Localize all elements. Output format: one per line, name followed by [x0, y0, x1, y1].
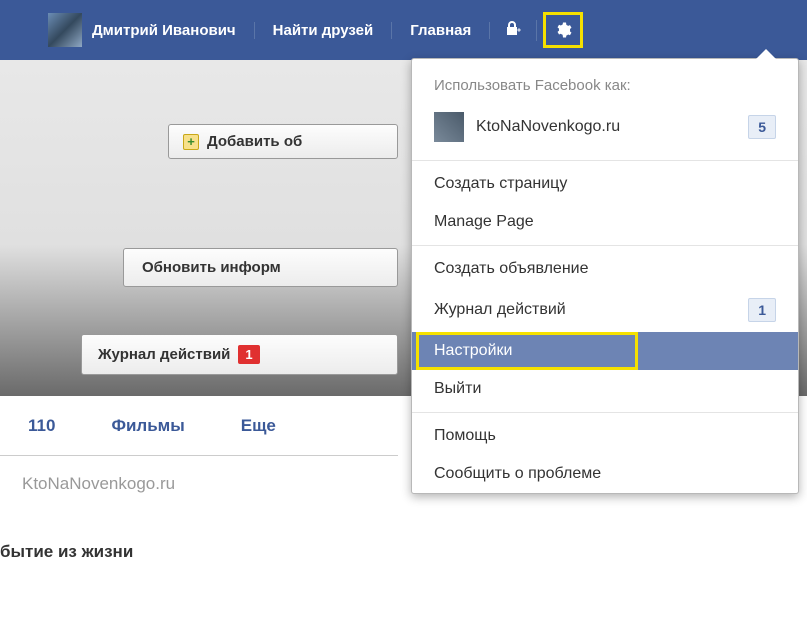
menu-manage-page[interactable]: Manage Page: [412, 203, 798, 241]
menu-settings-label: Настройки: [434, 342, 512, 360]
add-cover-label: Добавить об: [207, 133, 302, 150]
menu-activity-log-badge: 1: [748, 298, 776, 322]
menu-divider: [412, 412, 798, 413]
activity-log-button[interactable]: Журнал действий 1: [81, 334, 398, 375]
menu-logout-label: Выйти: [434, 380, 481, 398]
use-as-label: Использовать Facebook как:: [412, 59, 798, 106]
find-friends-link[interactable]: Найти друзей: [255, 22, 393, 39]
profile-tabs: 110 Фильмы Еще: [0, 396, 398, 456]
menu-logout[interactable]: Выйти: [412, 370, 798, 408]
user-avatar[interactable]: [48, 13, 82, 47]
username-link[interactable]: Дмитрий Иванович: [92, 22, 255, 39]
menu-create-ad-label: Создать объявление: [434, 260, 588, 278]
tab-count[interactable]: 110: [0, 416, 83, 436]
page-switch-item[interactable]: KtoNaNovenkogo.ru 5: [412, 106, 798, 156]
menu-create-page-label: Создать страницу: [434, 175, 567, 193]
update-info-button[interactable]: Обновить информ: [123, 248, 398, 287]
menu-activity-log-label: Журнал действий: [434, 301, 566, 319]
menu-help-label: Помощь: [434, 427, 496, 445]
privacy-lock-icon[interactable]: [490, 20, 537, 41]
menu-divider: [412, 160, 798, 161]
top-navigation-bar: Дмитрий Иванович Найти друзей Главная: [0, 0, 807, 60]
update-info-label: Обновить информ: [142, 259, 281, 276]
add-photo-icon: +: [183, 134, 199, 150]
menu-create-ad[interactable]: Создать объявление: [412, 250, 798, 288]
menu-help[interactable]: Помощь: [412, 417, 798, 455]
menu-create-page[interactable]: Создать страницу: [412, 165, 798, 203]
life-event-text: бытие из жизни: [0, 494, 807, 562]
gear-icon: [554, 21, 572, 39]
menu-report-problem[interactable]: Сообщить о проблеме: [412, 455, 798, 493]
settings-gear-button[interactable]: [543, 12, 583, 48]
tab-movies[interactable]: Фильмы: [83, 416, 212, 436]
tab-more[interactable]: Еще: [213, 416, 304, 436]
menu-manage-page-label: Manage Page: [434, 213, 534, 231]
settings-dropdown-menu: Использовать Facebook как: KtoNaNovenkog…: [411, 58, 799, 494]
menu-divider: [412, 245, 798, 246]
page-avatar: [434, 112, 464, 142]
home-link[interactable]: Главная: [392, 22, 490, 39]
menu-report-problem-label: Сообщить о проблеме: [434, 465, 601, 483]
page-name-label: KtoNaNovenkogo.ru: [476, 118, 748, 136]
add-cover-button[interactable]: + Добавить об: [168, 124, 398, 159]
menu-settings[interactable]: Настройки: [412, 332, 798, 370]
activity-log-badge: 1: [238, 345, 259, 364]
page-notification-badge: 5: [748, 115, 776, 139]
activity-log-label: Журнал действий: [98, 346, 230, 363]
menu-activity-log[interactable]: Журнал действий 1: [412, 288, 798, 332]
